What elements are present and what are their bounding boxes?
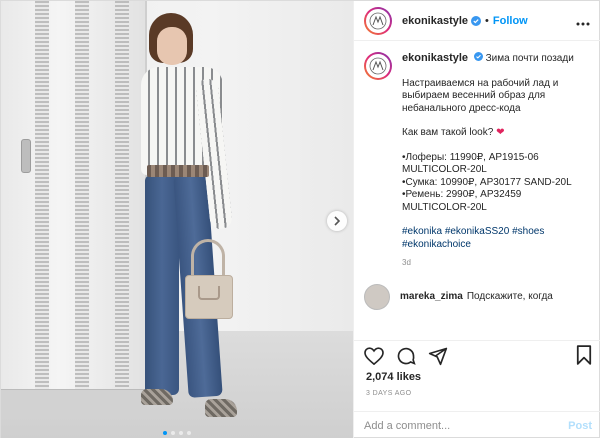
verified-badge: [473, 52, 483, 61]
like-button[interactable]: [364, 344, 390, 368]
caption-username[interactable]: ekonikastyle: [402, 52, 468, 64]
more-options-icon: [576, 22, 590, 26]
header-separator: •: [485, 14, 489, 27]
comment-input[interactable]: [364, 419, 569, 432]
comment-item: mareka_zima Подскажите, когда: [364, 283, 592, 310]
hashtags-line: #ekonikachoice: [402, 239, 582, 252]
bag-buckle: [198, 286, 220, 300]
action-bar: [354, 340, 600, 370]
comments-area[interactable]: ekonikastyle Зима почти позади Настраива…: [354, 42, 600, 340]
heart-icon: [364, 346, 384, 365]
commenter-username[interactable]: mareka_zima: [400, 291, 463, 302]
cabinet-base: [1, 389, 147, 411]
caption-product-list: •Лоферы: 11990₽, AP1915-06 MULTICOLOR-20L…: [402, 152, 582, 215]
model-face: [157, 27, 187, 65]
caption-age: 3d: [402, 258, 411, 267]
caption-gap: [402, 115, 582, 127]
cabinet-handle: [21, 139, 31, 173]
carousel-dot[interactable]: [171, 431, 175, 435]
model-figure: [141, 7, 241, 427]
question-text: Как вам такой look?: [402, 127, 494, 138]
carousel-next-button[interactable]: [327, 211, 347, 231]
hashtag-link[interactable]: #ekonikaSS20: [445, 226, 510, 237]
post-comment-button[interactable]: Post: [568, 420, 592, 432]
verified-badge: [471, 15, 482, 26]
share-button[interactable]: [428, 344, 454, 368]
verified-icon: [471, 15, 482, 26]
instagram-post: ekonikastyle • Follow ekonikastyle Зима …: [0, 0, 600, 438]
hashtag-link[interactable]: #ekonika: [402, 226, 442, 237]
account-username[interactable]: ekonikastyle: [402, 15, 468, 27]
caption-question: Как вам такой look? ❤: [402, 127, 582, 140]
carousel-dot[interactable]: [179, 431, 183, 435]
caption-line: небанального дресс-кода: [402, 102, 521, 114]
product-line: MULTICOLOR-20L: [402, 164, 487, 175]
caption-intro: Зима почти позади: [485, 53, 574, 64]
caption-line: выбираем весенний образ для: [402, 90, 546, 101]
comment-body: Подскажите, когда: [466, 291, 553, 302]
comment-text: mareka_zima Подскажите, когда: [400, 291, 553, 302]
hashtag-link[interactable]: #shoes: [512, 226, 544, 237]
loafer-left: [141, 389, 173, 405]
caption-gap: [402, 140, 582, 152]
likes-count[interactable]: 2,074 likes: [366, 371, 421, 383]
hashtags-line: #ekonika #ekonikaSS20 #shoes: [402, 226, 582, 239]
post-timestamp[interactable]: 3 DAYS AGO: [366, 390, 412, 397]
brand-logo-icon: [369, 12, 387, 29]
carousel-dots: [1, 431, 353, 435]
verified-icon: [473, 52, 483, 61]
caption-first-line: ekonikastyle Зима почти позади: [402, 52, 582, 66]
heart-emoji-icon: ❤: [496, 127, 505, 138]
caption-gap: [402, 66, 582, 78]
caption-paragraph: Настраиваемся на рабочий лад и выбираем в…: [402, 78, 582, 116]
brand-logo-icon: [369, 57, 387, 75]
post-header: ekonikastyle • Follow: [354, 1, 600, 41]
commenter-avatar[interactable]: [364, 283, 390, 310]
product-line: •Лоферы: 11990₽, AP1915-06: [402, 151, 539, 163]
post-photo[interactable]: [1, 1, 353, 438]
caption-text: ekonikastyle Зима почти позади Настраива…: [402, 52, 582, 270]
caption-line: Настраиваемся на рабочий лад и: [402, 77, 559, 89]
product-line: •Ремень: 2990₽, AP32459: [402, 189, 522, 200]
product-line: •Сумка: 10990₽, AP30177 SAND-20L: [402, 176, 572, 188]
avatar-image: [366, 8, 390, 33]
more-options-button[interactable]: [576, 13, 590, 31]
cabinet-vent: [75, 1, 89, 391]
post-side-panel: ekonikastyle • Follow ekonikastyle Зима …: [353, 1, 600, 438]
save-button[interactable]: [576, 345, 592, 370]
jeans-left-leg: [145, 175, 179, 395]
avatar-image: [366, 54, 390, 78]
cabinet-vent: [115, 1, 129, 391]
share-icon: [428, 347, 448, 365]
comment-icon: [397, 347, 416, 365]
cabinet-vent: [35, 1, 49, 391]
carousel-dot[interactable]: [187, 431, 191, 435]
product-line: MULTICOLOR-20L: [402, 201, 487, 213]
account-avatar[interactable]: [364, 6, 392, 35]
sand-bag: [185, 275, 233, 319]
snake-belt: [147, 165, 209, 177]
next-arrow-icon: [334, 216, 341, 226]
add-comment-bar: Post: [354, 411, 600, 438]
caption-avatar[interactable]: [364, 52, 392, 80]
comment-button[interactable]: [396, 344, 422, 368]
bookmark-icon: [576, 345, 592, 365]
carousel-dot[interactable]: [163, 431, 167, 435]
caption: ekonikastyle Зима почти позади Настраива…: [364, 52, 592, 270]
hashtag-link[interactable]: #ekonikachoice: [402, 239, 471, 250]
server-cabinet: [1, 1, 147, 411]
loafer-right: [205, 399, 237, 417]
follow-button[interactable]: Follow: [493, 15, 528, 27]
caption-gap: [402, 214, 582, 226]
